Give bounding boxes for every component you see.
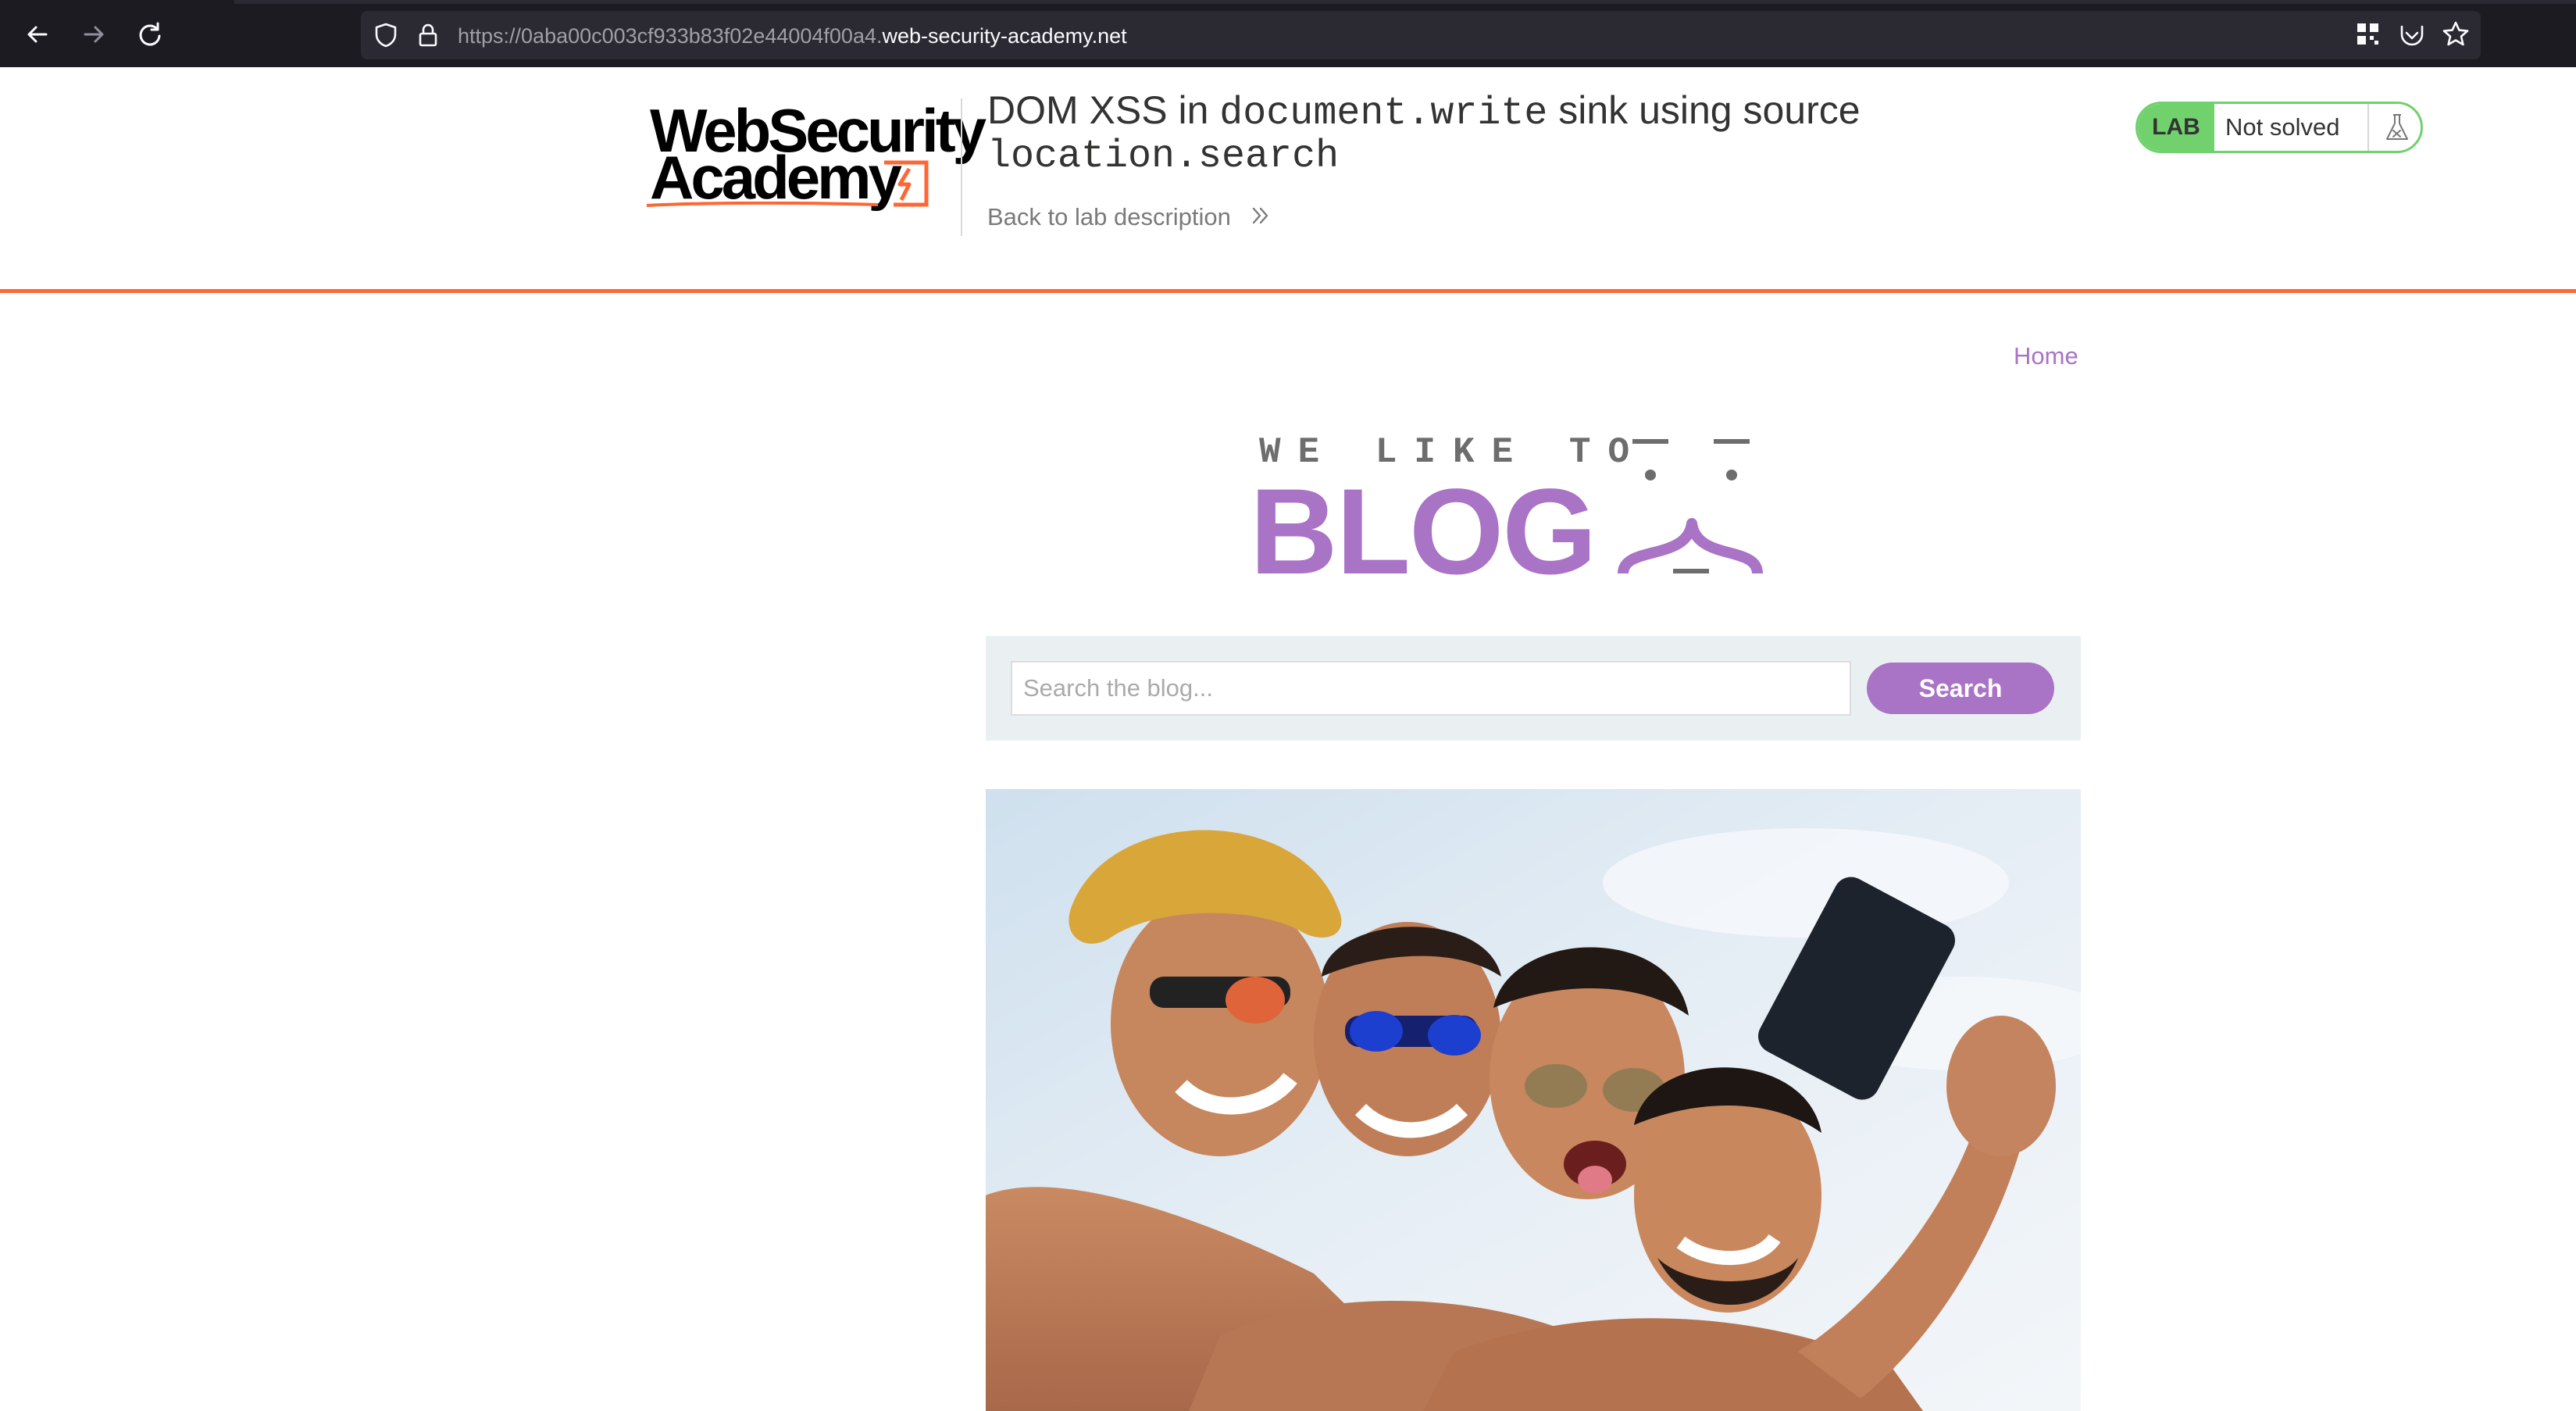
reload-icon[interactable] xyxy=(133,17,167,52)
blog-logo-face-icon xyxy=(1618,439,1763,575)
lab-title-code1: document.write xyxy=(1219,91,1548,136)
shield-icon[interactable] xyxy=(372,21,400,49)
url-text[interactable]: https://0aba00c003cf933b83f02e44004f00a4… xyxy=(458,23,1127,49)
logo-text-line2: Academy xyxy=(650,143,902,212)
back-icon[interactable] xyxy=(20,17,55,52)
lab-title-part1: DOM XSS in xyxy=(987,88,1220,132)
flask-icon xyxy=(2367,104,2421,151)
search-panel: Search the blog... Search xyxy=(986,636,2081,741)
lab-title-code2: location.search xyxy=(987,134,1340,179)
blog-logo: WE LIKE TO BLOG xyxy=(1250,428,1812,593)
browser-toolbar: https://0aba00c003cf933b83f02e44004f00a4… xyxy=(0,0,2576,67)
blog-post-image[interactable] xyxy=(986,789,2081,1411)
back-link-label: Back to lab description xyxy=(987,203,1231,230)
search-input[interactable]: Search the blog... xyxy=(1011,661,1851,716)
header-divider xyxy=(961,98,962,236)
web-security-academy-logo[interactable]: WebSecurity Academy xyxy=(645,95,987,213)
back-to-lab-description-link[interactable]: Back to lab description xyxy=(987,203,1272,234)
lab-title: DOM XSS in document.write sink using sou… xyxy=(987,91,1925,177)
lab-title-part2: sink using source xyxy=(1547,88,1861,132)
blog-logo-word: BLOG xyxy=(1250,464,1597,600)
lab-label: LAB xyxy=(2138,104,2214,151)
logo-underline xyxy=(646,202,879,207)
url-host: web-security-academy.net xyxy=(882,24,1127,48)
header-accent-line xyxy=(0,289,2576,293)
double-chevron-right-icon xyxy=(1249,204,1272,234)
tab-strip-edge xyxy=(0,0,2576,4)
url-prefix: https://0aba00c003cf933b83f02e44004f00a4… xyxy=(458,24,883,48)
lab-header: WebSecurity Academy DOM XSS in document.… xyxy=(0,67,2576,289)
home-link[interactable]: Home xyxy=(2014,341,2078,372)
lock-icon[interactable] xyxy=(414,21,442,49)
bookmark-star-icon[interactable] xyxy=(2440,19,2471,50)
qr-code-icon[interactable] xyxy=(2353,19,2384,50)
search-button[interactable]: Search xyxy=(1867,663,2054,714)
logo-bolt-icon xyxy=(884,160,929,207)
lab-status-text: Not solved xyxy=(2225,113,2340,141)
address-bar[interactable]: https://0aba00c003cf933b83f02e44004f00a4… xyxy=(361,11,2481,59)
pocket-icon[interactable] xyxy=(2396,19,2428,50)
forward-icon[interactable] xyxy=(77,17,111,52)
lab-status-badge: LAB Not solved xyxy=(2135,102,2423,153)
